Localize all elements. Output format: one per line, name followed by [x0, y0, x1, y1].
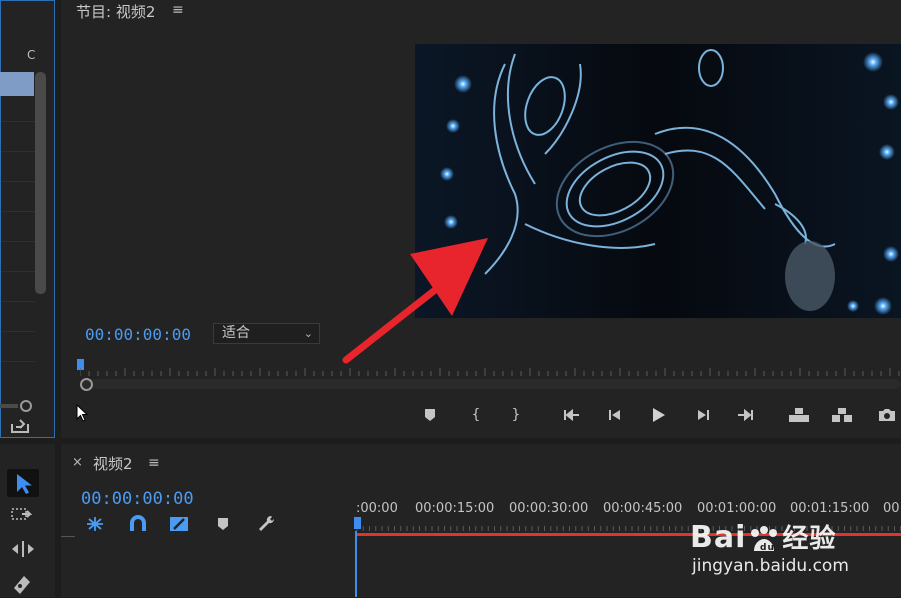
baidu-jingyan-watermark: Bai du 经验 jingyan.baidu.com [690, 500, 890, 590]
close-tab-icon[interactable]: × [72, 455, 83, 470]
column-header-letter: C [27, 48, 36, 62]
mark-out-button[interactable]: } [505, 405, 527, 425]
snap-magnet-icon[interactable] [128, 515, 148, 537]
timeline-playhead-handle[interactable] [354, 517, 361, 529]
timeline-playhead[interactable] [355, 531, 357, 597]
program-timecode[interactable]: 00:00:00:00 [85, 325, 191, 344]
wrench-icon[interactable] [256, 514, 276, 538]
list-divider [1, 271, 35, 272]
chevron-down-icon: ⌄ [303, 327, 313, 340]
step-back-button[interactable] [604, 405, 626, 425]
mouse-cursor-icon [76, 403, 89, 426]
nest-sequence-icon[interactable] [84, 515, 106, 537]
paw-icon: du [746, 525, 782, 553]
timeline-tab-title[interactable]: 视频2 [93, 453, 133, 474]
razor-tool[interactable] [10, 572, 36, 598]
monitor-zoom-knob[interactable] [80, 378, 93, 391]
list-divider [1, 361, 35, 362]
timeline-ruler-label: 00:00:15:00 [415, 501, 495, 516]
selected-list-item[interactable] [0, 72, 34, 96]
selection-tool[interactable] [7, 469, 39, 497]
project-panel [0, 0, 55, 438]
list-divider [1, 241, 35, 242]
svg-text:du: du [760, 543, 775, 553]
export-icon[interactable] [10, 416, 30, 438]
list-divider [1, 301, 35, 302]
fit-zoom-select[interactable]: 适合 ⌄ [213, 323, 320, 344]
list-divider [1, 181, 35, 182]
track-select-tool[interactable] [10, 505, 36, 529]
track-header-divider [61, 536, 75, 537]
list-divider [1, 331, 35, 332]
list-divider [1, 121, 35, 122]
go-to-out-button[interactable] [734, 405, 756, 425]
play-button[interactable] [647, 405, 669, 425]
add-marker-button[interactable] [419, 405, 441, 425]
timeline-ruler-label: :00:00 [356, 501, 398, 516]
panel-menu-icon[interactable]: ≡ [172, 2, 184, 18]
ripple-edit-tool[interactable] [10, 539, 36, 563]
vertical-scrollbar[interactable] [35, 72, 46, 294]
step-forward-button[interactable] [692, 405, 714, 425]
mark-in-button[interactable]: { [465, 405, 487, 425]
timeline-ruler-label: 00:00:45:00 [603, 501, 683, 516]
timeline-ruler-label: 00:00:30:00 [509, 501, 589, 516]
monitor-time-ruler[interactable] [80, 367, 901, 377]
list-divider [1, 151, 35, 152]
panel-menu-icon[interactable]: ≡ [148, 455, 160, 471]
annotation-arrow-icon [340, 230, 500, 374]
linked-selection-icon[interactable] [168, 515, 190, 537]
timeline-timecode[interactable]: 00:00:00:00 [81, 489, 194, 509]
watermark-brand: Bai du 经验 [690, 520, 837, 555]
go-to-in-button[interactable] [561, 405, 583, 425]
list-divider [1, 211, 35, 212]
zoom-knob[interactable] [20, 400, 32, 412]
camera-icon[interactable] [876, 405, 898, 425]
monitor-zoom-scrollbar[interactable] [80, 379, 901, 389]
program-monitor-title: 节目: 视频2 [76, 3, 156, 21]
extract-button[interactable] [831, 405, 853, 425]
add-marker-icon[interactable] [216, 516, 230, 535]
watermark-url: jingyan.baidu.com [692, 556, 849, 576]
fit-select-value: 适合 [222, 325, 250, 341]
lift-button[interactable] [788, 405, 810, 425]
horizontal-scrollbar[interactable] [0, 404, 18, 408]
